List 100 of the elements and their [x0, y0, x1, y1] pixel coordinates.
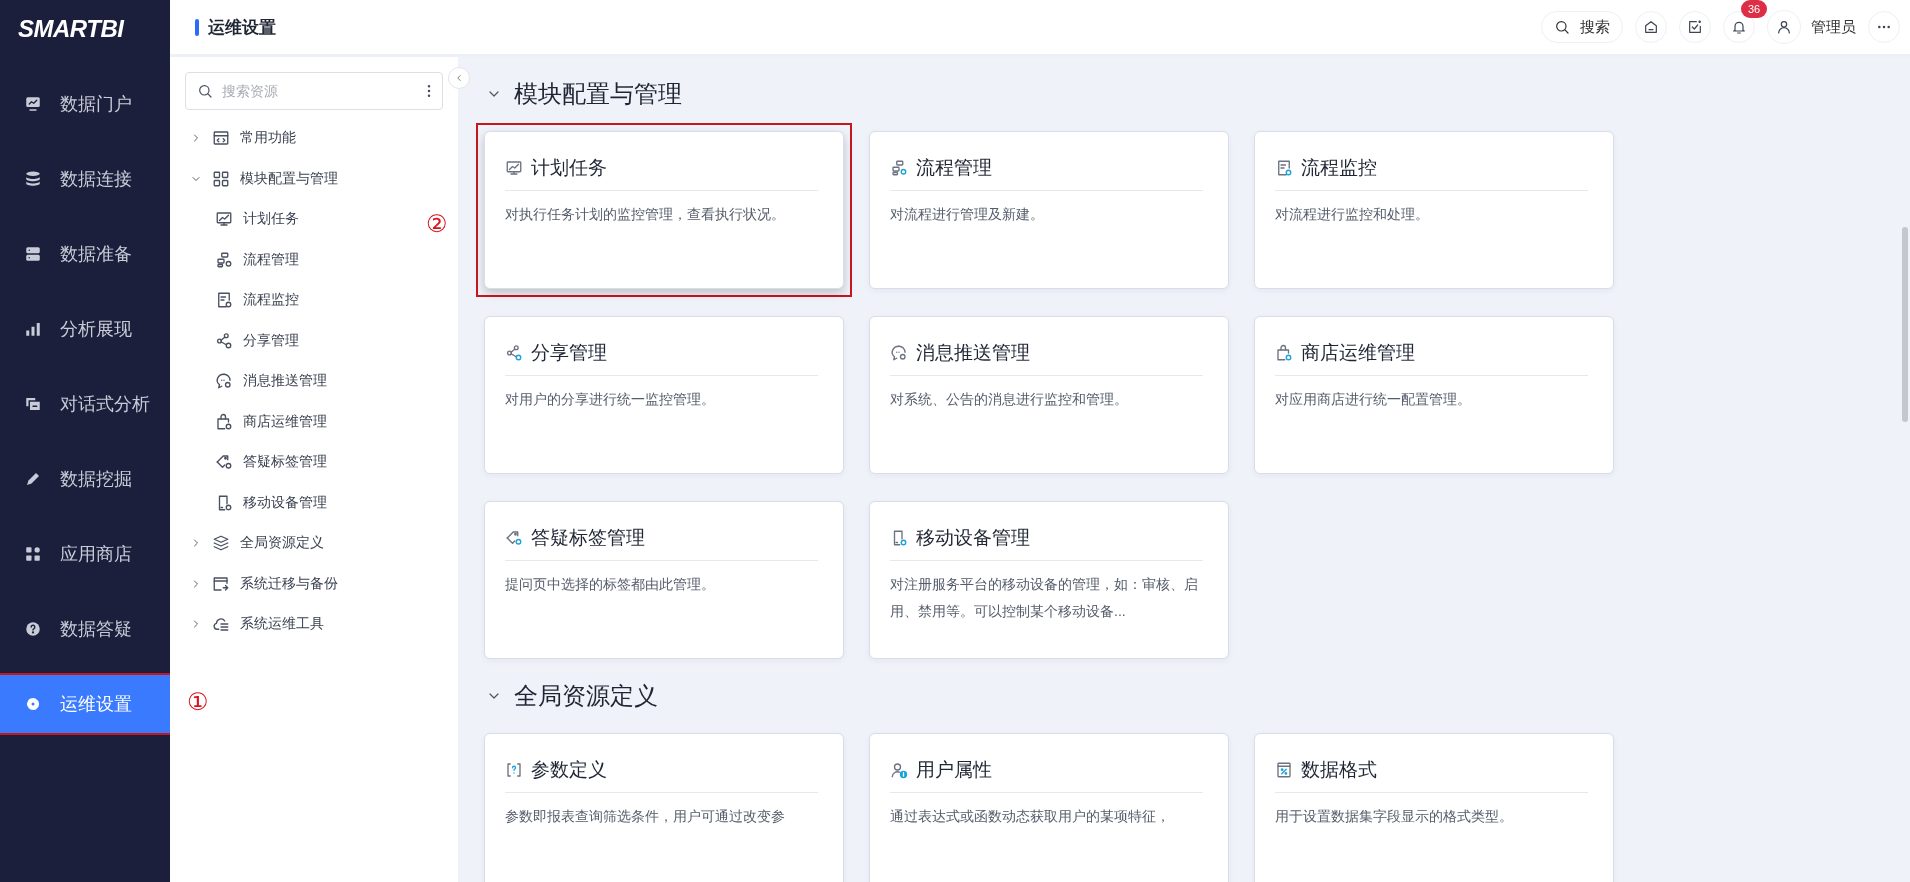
flow-nodes-icon: [890, 159, 908, 177]
card-title: 消息推送管理: [916, 341, 1030, 365]
chart-monitor-icon: [505, 159, 523, 177]
card-description: 对执行任务计划的监控管理，查看执行状况。: [505, 205, 786, 224]
notification-badge: 36: [1741, 0, 1768, 18]
card-description: 对注册服务平台的移动设备的管理，如：审核、启用、禁用等。可以控制某个移动设备...: [890, 575, 1199, 621]
notification-button[interactable]: [1723, 11, 1755, 43]
bag-gear-icon: [1275, 344, 1293, 362]
message-gear-icon: [890, 344, 908, 362]
nav-item[interactable]: 运维设置: [0, 675, 170, 733]
card-title: 商店运维管理: [1301, 341, 1415, 365]
page-title: 运维设置: [208, 16, 276, 39]
user-icon: [1776, 19, 1792, 35]
nav-item[interactable]: 数据答疑: [0, 591, 170, 666]
more-button[interactable]: [1868, 11, 1900, 43]
module-card[interactable]: 数据格式 用于设置数据集字段显示的格式类型。: [1254, 733, 1614, 882]
card-title: 数据格式: [1301, 758, 1377, 782]
share-icon: [505, 344, 523, 362]
card-description: 提问页中选择的标签都由此管理。: [505, 575, 716, 594]
search-icon: [1554, 19, 1570, 35]
tree-item[interactable]: 常用功能: [185, 118, 296, 159]
chevron-left-icon: [454, 73, 464, 83]
tree-item[interactable]: 商店运维管理: [185, 401, 327, 442]
flow-nodes-icon: [215, 250, 233, 269]
tree-item[interactable]: 全局资源定义: [185, 523, 324, 564]
grid-icon: [212, 169, 230, 188]
card-description: 对流程进行监控和处理。: [1275, 205, 1430, 224]
checkbox-icon: [1687, 19, 1703, 35]
card-title: 分享管理: [531, 341, 607, 365]
module-card[interactable]: 计划任务 对执行任务计划的监控管理，查看执行状况。: [484, 131, 844, 289]
bracket-question-icon: [505, 761, 523, 779]
section-title: 模块配置与管理: [514, 79, 682, 109]
tree-item[interactable]: 系统迁移与备份: [185, 563, 338, 604]
module-card[interactable]: 移动设备管理 对注册服务平台的移动设备的管理，如：审核、启用、禁用等。可以控制某个移动设备...: [869, 501, 1229, 659]
card-title: 计划任务: [531, 156, 607, 180]
card-description: 用于设置数据集字段显示的格式类型。: [1275, 807, 1514, 826]
document-gear-icon: [215, 291, 233, 310]
card-title: 参数定义: [531, 758, 607, 782]
home-icon: [1643, 19, 1659, 35]
annotation-number: ①: [187, 690, 209, 714]
task-button[interactable]: [1679, 11, 1711, 43]
module-card[interactable]: 分享管理 对用户的分享进行统一监控管理。: [484, 316, 844, 474]
bag-gear-icon: [215, 412, 233, 431]
database-icon: [24, 169, 42, 188]
card-title: 答疑标签管理: [531, 526, 645, 550]
percent-document-icon: [1275, 761, 1293, 779]
monitor-icon: [24, 94, 42, 113]
document-gear-icon: [1275, 159, 1293, 177]
annotation-number: ②: [426, 212, 448, 236]
nav-item[interactable]: 数据挖掘: [0, 441, 170, 516]
module-card[interactable]: 流程监控 对流程进行监控和处理。: [1254, 131, 1614, 289]
tree-item[interactable]: 分享管理: [185, 320, 299, 361]
card-description: 参数即报表查询筛选条件，用户可通过改变参: [505, 807, 786, 826]
module-card[interactable]: 用户属性 通过表达式或函数动态获取用户的某项特征，: [869, 733, 1229, 882]
chart-monitor-icon: [215, 210, 233, 229]
tree-item[interactable]: 移动设备管理: [185, 482, 327, 523]
tree-item[interactable]: 答疑标签管理: [185, 442, 327, 483]
message-gear-icon: [215, 372, 233, 391]
card-title: 移动设备管理: [916, 526, 1030, 550]
section-title: 全局资源定义: [514, 681, 658, 711]
card-title: 用户属性: [916, 758, 992, 782]
search-field[interactable]: 搜索资源: [185, 72, 443, 110]
cloud-list-icon: [212, 615, 230, 634]
module-card[interactable]: 参数定义 参数即报表查询筛选条件，用户可通过改变参: [484, 733, 844, 882]
tag-gear-icon: [215, 453, 233, 472]
tree-item[interactable]: 消息推送管理: [185, 361, 327, 402]
tree-item[interactable]: 流程监控: [185, 280, 299, 321]
code-window-icon: [212, 129, 230, 148]
card-description: 通过表达式或函数动态获取用户的某项特征，: [890, 807, 1171, 826]
nav-item[interactable]: 数据连接: [0, 141, 170, 216]
user-menu[interactable]: 管理员: [1767, 10, 1856, 44]
card-description: 对系统、公告的消息进行监控和管理。: [890, 390, 1129, 409]
layers-icon: [212, 534, 230, 553]
question-icon: [24, 619, 42, 638]
tree-item[interactable]: 系统运维工具: [185, 604, 324, 645]
scrollbar-thumb[interactable]: [1902, 227, 1908, 422]
logo: SMARTBI: [17, 13, 126, 44]
tree-item[interactable]: 流程管理: [185, 239, 299, 280]
nav-item[interactable]: 应用商店: [0, 516, 170, 591]
card-description: 对应用商店进行统一配置管理。: [1275, 390, 1472, 409]
module-card[interactable]: 流程管理 对流程进行管理及新建。: [869, 131, 1229, 289]
nav-item[interactable]: 分析展现: [0, 291, 170, 366]
tree-item[interactable]: 计划任务: [185, 199, 299, 240]
server-icon: [24, 244, 42, 263]
card-title: 流程管理: [916, 156, 992, 180]
home-button[interactable]: [1635, 11, 1667, 43]
nav-item[interactable]: 数据准备: [0, 216, 170, 291]
module-card[interactable]: 消息推送管理 对系统、公告的消息进行监控和管理。: [869, 316, 1229, 474]
card-title: 流程监控: [1301, 156, 1377, 180]
nav-item[interactable]: 对话式分析: [0, 366, 170, 441]
tree-item[interactable]: 模块配置与管理: [185, 158, 338, 199]
share-icon: [215, 331, 233, 350]
module-card[interactable]: 商店运维管理 对应用商店进行统一配置管理。: [1254, 316, 1614, 474]
nav-item[interactable]: 数据门户: [0, 66, 170, 141]
user-info-icon: [890, 761, 908, 779]
search-button[interactable]: 搜索: [1541, 11, 1623, 43]
module-card[interactable]: 答疑标签管理 提问页中选择的标签都由此管理。: [484, 501, 844, 659]
window-arrow-icon: [212, 574, 230, 593]
bell-icon: [1731, 19, 1747, 35]
tag-gear-icon: [505, 529, 523, 547]
